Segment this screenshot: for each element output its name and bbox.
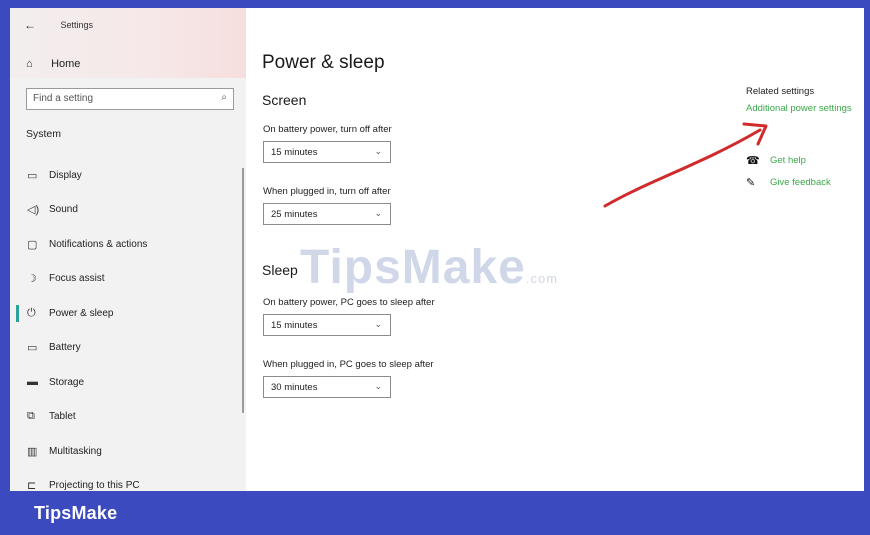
annotation-arrow-icon — [603, 122, 768, 208]
brand-logo: TipsMake — [34, 503, 118, 523]
brand-bar: TipsMake — [0, 491, 870, 535]
